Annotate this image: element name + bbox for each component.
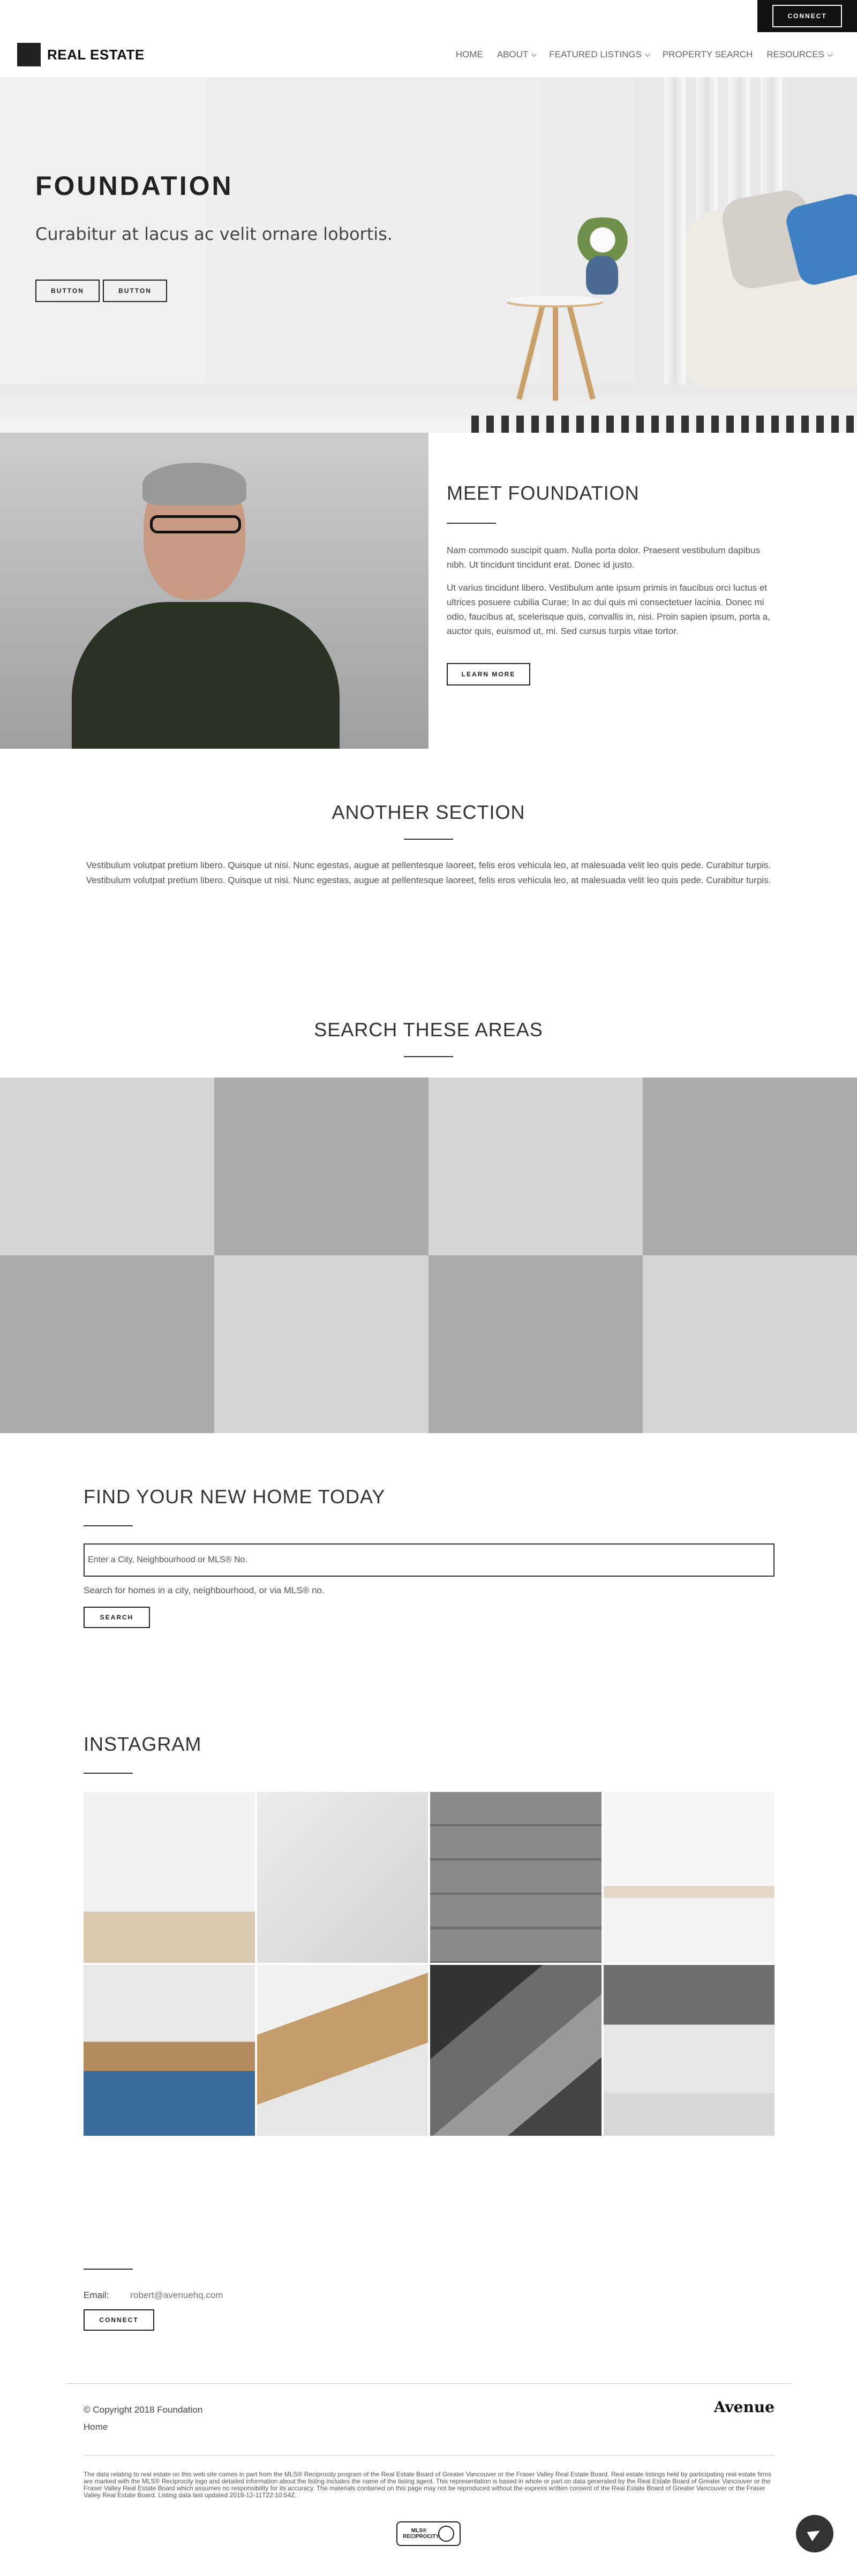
logo-text: REAL ESTATE <box>47 46 145 63</box>
instagram-photo[interactable] <box>257 1792 428 1963</box>
hero-buttons: BUTTON BUTTON <box>35 280 167 302</box>
agent-hair <box>142 463 246 506</box>
hero-rug <box>471 416 857 433</box>
footer-home-link[interactable]: Home <box>84 2422 108 2432</box>
chat-button[interactable] <box>796 2515 833 2552</box>
copyright: © Copyright 2018 Foundation <box>84 2405 203 2415</box>
site-header: REAL ESTATE HOME ABOUT FEATURED LISTINGS… <box>0 32 857 77</box>
site-logo[interactable]: REAL ESTATE <box>17 32 145 77</box>
meet-paragraph-1: Nam commodo suscipit quam. Nulla porta d… <box>447 545 760 570</box>
divider <box>404 1056 453 1057</box>
chevron-down-icon <box>827 51 833 57</box>
learn-more-button[interactable]: LEARN MORE <box>447 663 530 686</box>
nav-item-home[interactable]: HOME <box>456 49 483 60</box>
footer-divider <box>84 2455 775 2456</box>
meet-title: MEET FOUNDATION <box>447 482 640 504</box>
instagram-photo[interactable] <box>430 1792 602 1963</box>
area-tile[interactable] <box>214 1078 428 1255</box>
mls-logo-icon <box>438 2526 454 2542</box>
divider <box>447 523 496 524</box>
agent-torso <box>72 602 340 749</box>
area-tile[interactable] <box>643 1078 857 1255</box>
areas-title: SEARCH THESE AREAS <box>314 1019 543 1041</box>
search-button[interactable]: SEARCH <box>84 1607 150 1628</box>
home-search-input[interactable] <box>84 1543 775 1577</box>
hero-curtain <box>664 77 686 398</box>
nav-item-resources[interactable]: RESOURCES <box>766 49 833 60</box>
divider <box>84 1773 133 1774</box>
instagram-photo[interactable] <box>603 1965 775 2136</box>
chevron-down-icon <box>531 51 537 57</box>
area-tile[interactable] <box>214 1255 428 1433</box>
divider <box>84 1525 133 1526</box>
hero-subtitle: Curabitur at lacus ac velit ornare lobor… <box>35 224 393 244</box>
email-label: Email: <box>84 2290 109 2300</box>
another-section-text: Vestibulum volutpat pretium libero. Quis… <box>86 860 771 885</box>
instagram-photo[interactable] <box>84 1792 255 1963</box>
mls-disclaimer: The data relating to real estate on this… <box>84 2470 772 2499</box>
area-tile[interactable] <box>0 1255 214 1433</box>
hero-button-1[interactable]: BUTTON <box>35 280 100 302</box>
find-home-title: FIND YOUR NEW HOME TODAY <box>84 1486 386 1508</box>
nav-label: RESOURCES <box>766 49 824 59</box>
avenue-logo[interactable]: Avenue <box>714 2398 775 2416</box>
hero-vase <box>586 256 618 295</box>
email-link[interactable]: robert@avenuehq.com <box>130 2290 223 2301</box>
area-tile[interactable] <box>643 1255 857 1433</box>
meet-paragraph-2: Ut varius tincidunt libero. Vestibulum a… <box>447 583 770 636</box>
agent-glasses <box>150 515 241 533</box>
hero-table <box>507 296 603 305</box>
meet-section: MEET FOUNDATION Nam commodo suscipit qua… <box>0 433 857 749</box>
contact-connect-button[interactable]: CONNECT <box>84 2309 154 2331</box>
area-tile[interactable] <box>428 1078 643 1255</box>
instagram-photo[interactable] <box>430 1965 602 2136</box>
email-row: Email: robert@avenuehq.com <box>84 2290 223 2301</box>
hero-section: FOUNDATION Curabitur at lacus ac velit o… <box>0 77 857 433</box>
top-connect-button[interactable]: CONNECT <box>772 5 842 27</box>
main-nav: HOME ABOUT FEATURED LISTINGS PROPERTY SE… <box>456 32 833 77</box>
area-tile[interactable] <box>0 1078 214 1255</box>
nav-item-about[interactable]: ABOUT <box>497 49 537 60</box>
top-connect-bar: CONNECT <box>757 0 857 32</box>
another-section-title: ANOTHER SECTION <box>332 801 525 823</box>
instagram-photo[interactable] <box>603 1792 775 1963</box>
mls-badge-text: MLS® RECIPROCITY <box>403 2528 440 2540</box>
nav-label: PROPERTY SEARCH <box>662 49 753 59</box>
search-hint: Search for homes in a city, neighbourhoo… <box>84 1585 325 1595</box>
agent-photo <box>0 433 428 749</box>
mls-reciprocity-badge: MLS® RECIPROCITY <box>396 2521 461 2546</box>
nav-label: ABOUT <box>497 49 529 59</box>
paper-plane-icon <box>807 2526 823 2542</box>
divider <box>84 2269 133 2270</box>
nav-label: FEATURED LISTINGS <box>549 49 642 59</box>
divider <box>404 839 453 840</box>
nav-item-property-search[interactable]: PROPERTY SEARCH <box>663 49 753 60</box>
nav-label: HOME <box>455 49 483 59</box>
areas-grid <box>0 1078 857 1433</box>
area-tile[interactable] <box>428 1255 643 1433</box>
hero-button-2[interactable]: BUTTON <box>103 280 167 302</box>
instagram-title: INSTAGRAM <box>84 1733 202 1755</box>
logo-square-icon <box>17 43 41 66</box>
hero-table-leg <box>553 304 558 401</box>
footer-divider <box>66 2383 791 2384</box>
chevron-down-icon <box>644 51 650 57</box>
instagram-photo[interactable] <box>257 1965 428 2136</box>
hero-title: FOUNDATION <box>35 171 234 201</box>
instagram-photo[interactable] <box>84 1965 255 2136</box>
instagram-grid <box>84 1792 775 2136</box>
nav-item-featured-listings[interactable]: FEATURED LISTINGS <box>549 49 650 60</box>
